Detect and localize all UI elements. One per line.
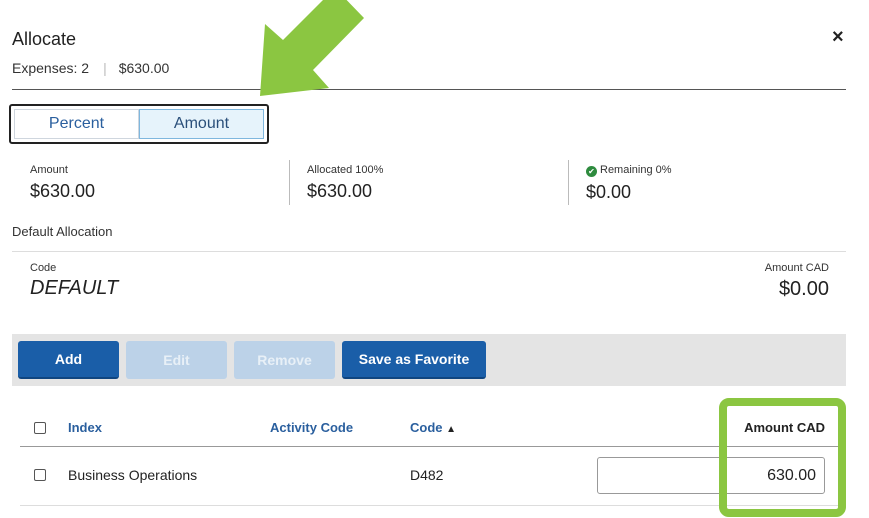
column-header-code-label: Code: [410, 420, 443, 435]
summary-allocated: Allocated 100% $630.00: [307, 164, 383, 202]
section-divider: [12, 251, 846, 252]
column-header-code[interactable]: Code ▲: [410, 420, 456, 435]
header-divider: [12, 89, 846, 90]
remaining-value: $0.00: [586, 182, 632, 202]
summary-remaining: ✔ Remaining 0% $0.00: [586, 164, 672, 203]
default-code-label: Code: [30, 262, 57, 274]
summary-divider: [289, 160, 290, 205]
check-circle-icon: ✔: [586, 166, 597, 177]
column-header-amount[interactable]: Amount CAD: [744, 420, 825, 435]
default-amount-label: Amount CAD: [764, 262, 829, 274]
table-header-divider: [20, 446, 846, 447]
cell-index: Business Operations: [68, 467, 198, 483]
toggle-percent[interactable]: Percent: [14, 109, 139, 139]
arrow-shape: [260, 0, 364, 96]
column-header-activity-code[interactable]: Activity Code: [270, 420, 353, 435]
amount-label: Amount: [30, 164, 68, 176]
amount-value: $630.00: [30, 181, 96, 201]
save-as-favorite-button[interactable]: Save as Favorite: [342, 341, 486, 379]
remaining-label: Remaining 0%: [600, 164, 672, 176]
add-button[interactable]: Add: [18, 341, 119, 379]
select-all-checkbox[interactable]: [34, 422, 46, 434]
allocated-value: $630.00: [307, 181, 373, 201]
expenses-total: $630.00: [118, 60, 170, 76]
default-allocation-title: Default Allocation: [12, 224, 113, 239]
expense-summary: Expenses: 2 | $630.00: [12, 60, 169, 76]
summary-divider: [568, 160, 569, 205]
default-code-value: DEFAULT: [30, 277, 119, 299]
summary-amount: Amount $630.00: [30, 164, 95, 202]
allocation-mode-toggle: Percent Amount: [9, 104, 269, 144]
dialog-title: Allocate: [12, 29, 77, 49]
default-amount-value: $0.00: [778, 278, 829, 300]
cell-code: D482: [410, 467, 444, 483]
allocated-label: Allocated 100%: [307, 164, 384, 176]
amount-input[interactable]: [597, 457, 825, 494]
remove-button[interactable]: Remove: [234, 341, 335, 379]
close-icon[interactable]: ×: [832, 26, 844, 49]
separator: |: [103, 60, 107, 76]
column-header-index[interactable]: Index: [68, 420, 102, 435]
edit-button[interactable]: Edit: [126, 341, 227, 379]
expenses-count: Expenses: 2: [12, 60, 90, 76]
table-row-divider: [20, 505, 846, 506]
sort-ascending-icon: ▲: [446, 424, 457, 435]
row-checkbox[interactable]: [34, 469, 46, 481]
toggle-amount[interactable]: Amount: [139, 109, 264, 139]
